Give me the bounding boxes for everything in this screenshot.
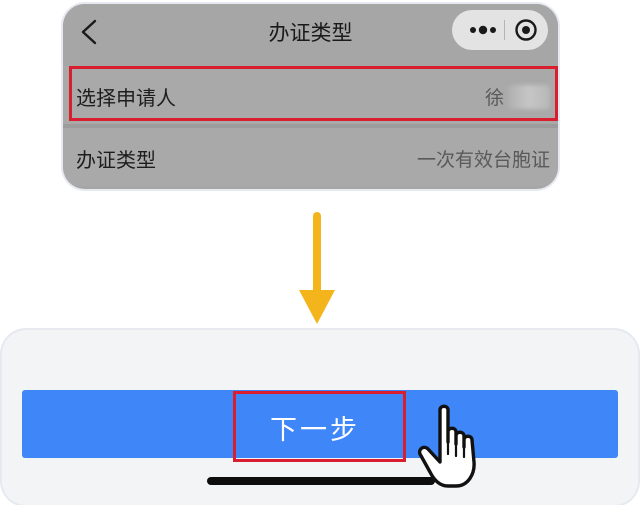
applicant-row[interactable]: 选择申请人 徐 [63,66,558,124]
applicant-value: 徐 [485,83,550,110]
nav-bar: 办证类型 [63,4,558,62]
hand-pointer-icon [418,404,476,488]
applicant-name: 徐 [484,87,504,109]
next-step-button[interactable]: 下一步 [22,390,618,458]
mini-program-capsule [452,10,548,50]
top-phone-card: 办证类型 选择申请人 徐 办证类型 一次有效台胞证 [63,4,558,189]
home-indicator [207,477,435,485]
down-arrow-icon [313,212,321,294]
down-arrow-head [299,290,335,324]
more-dots-icon[interactable] [466,18,500,42]
close-target-icon[interactable] [514,18,538,42]
certificate-type-label: 办证类型 [76,148,156,172]
next-step-label: 下一步 [270,415,360,446]
applicant-label: 选择申请人 [76,86,176,110]
certificate-type-value: 一次有效台胞证 [416,149,550,171]
blurred-name [508,85,550,109]
certificate-type-row[interactable]: 办证类型 一次有效台胞证 [63,128,558,186]
capsule-divider [504,20,505,40]
